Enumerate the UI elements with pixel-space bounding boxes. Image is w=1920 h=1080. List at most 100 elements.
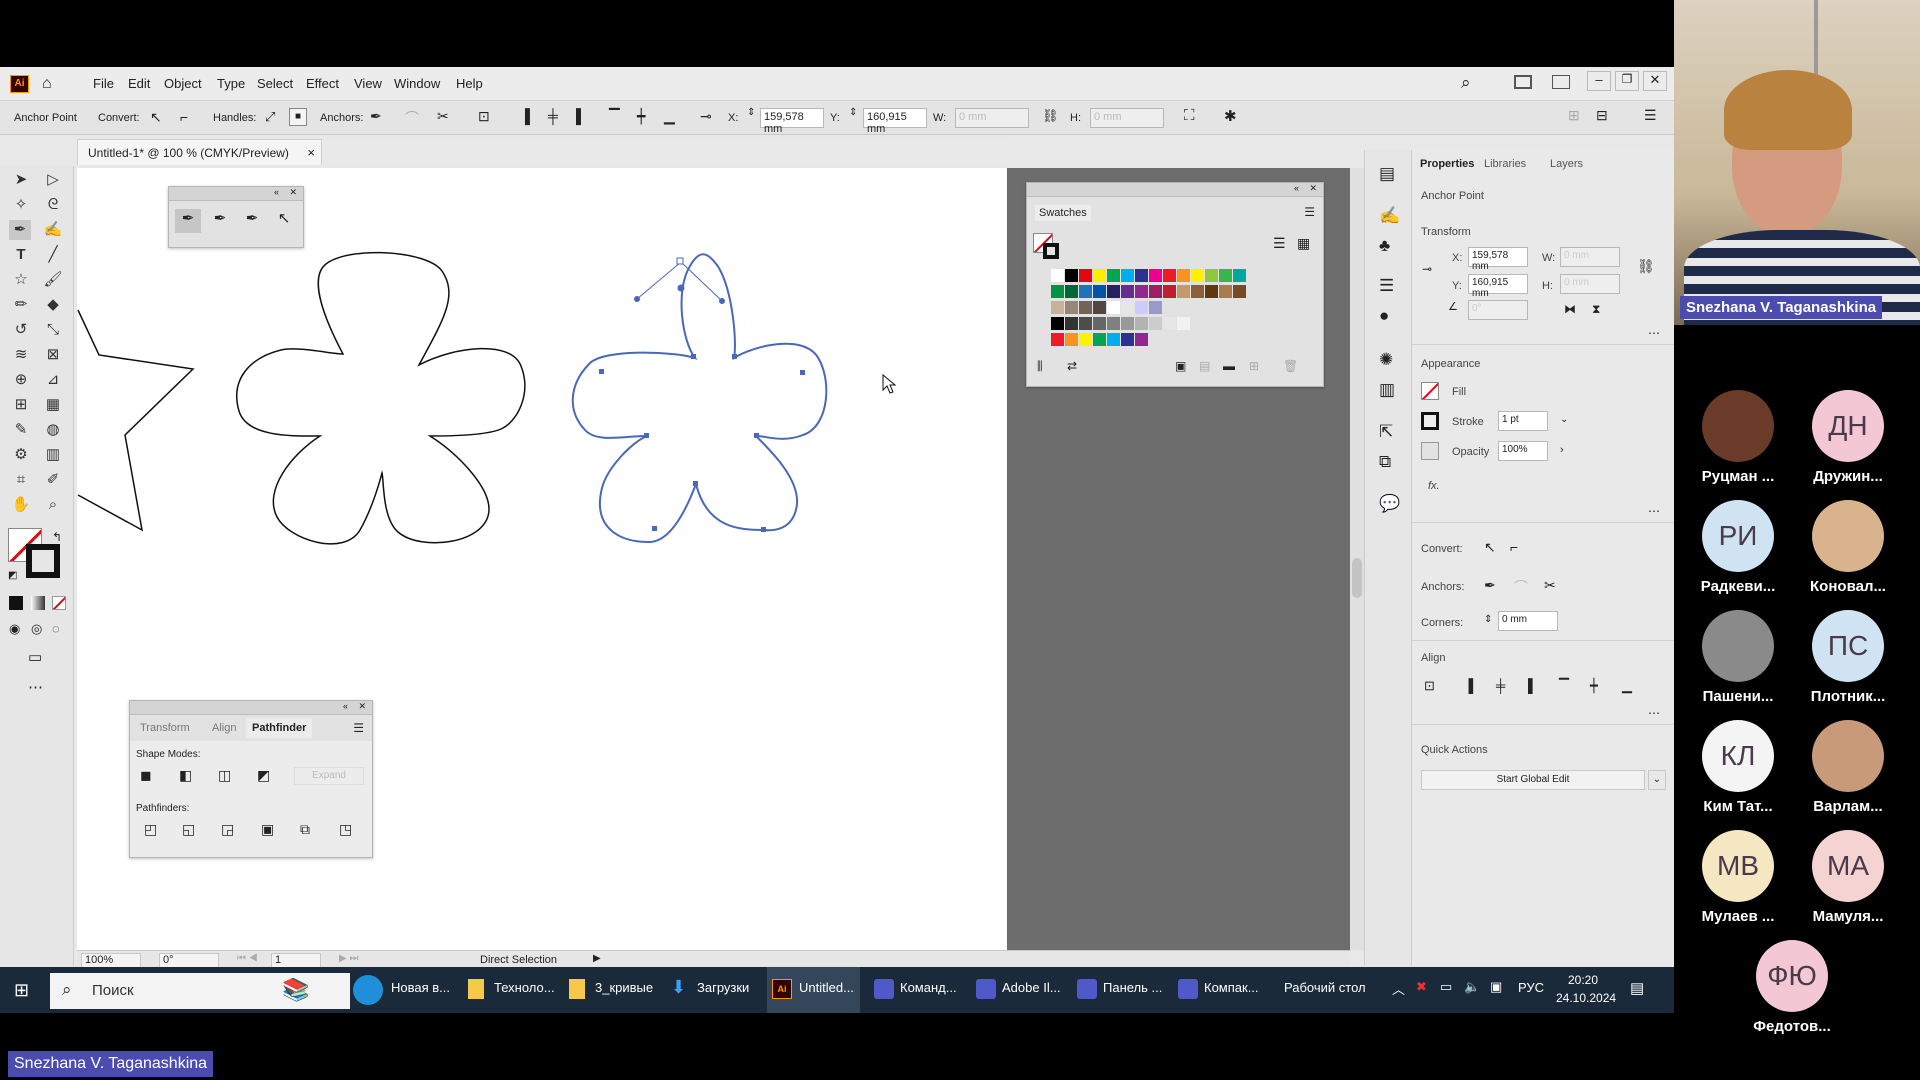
tab-transform[interactable]: Transform bbox=[140, 722, 190, 734]
align-left-icon[interactable]: ▐ bbox=[520, 108, 530, 124]
remove-anchor-icon[interactable]: ✒ bbox=[370, 108, 382, 125]
participant-avatar[interactable] bbox=[1812, 720, 1884, 792]
x-field[interactable]: 159,578 mm bbox=[760, 108, 824, 135]
close-button[interactable]: ✕ bbox=[1643, 71, 1667, 91]
color-swatch[interactable] bbox=[1121, 333, 1134, 346]
more-tools-icon[interactable]: ⋯ bbox=[28, 678, 43, 696]
prop-align-hcenter-icon[interactable]: ╪ bbox=[1496, 678, 1505, 693]
default-colors-icon[interactable]: ◩ bbox=[8, 570, 17, 581]
panel-menu-icon[interactable]: ☰ bbox=[1644, 107, 1657, 124]
free-transform-icon[interactable]: ⊠ bbox=[42, 345, 64, 365]
taskbar-teams-3[interactable]: Панель ... bbox=[1103, 980, 1162, 995]
color-swatch[interactable] bbox=[1149, 301, 1162, 314]
h-field[interactable]: 0 mm bbox=[1090, 108, 1164, 128]
menu-object[interactable]: Object bbox=[164, 76, 202, 91]
tab-pathfinder[interactable]: Pathfinder bbox=[246, 718, 313, 738]
selection-tool-icon[interactable]: ➤ bbox=[10, 170, 32, 190]
color-swatch[interactable] bbox=[1065, 269, 1078, 282]
global-edit-dropdown-icon[interactable]: ⌄ bbox=[1648, 770, 1666, 790]
volume-icon[interactable]: 🔈 bbox=[1464, 979, 1480, 995]
fill-none-icon[interactable] bbox=[1421, 382, 1439, 400]
prop-cut-path-icon[interactable]: ✂ bbox=[1544, 577, 1556, 594]
battery-icon[interactable]: ▭ bbox=[1440, 979, 1452, 995]
swatches-tab[interactable]: Swatches bbox=[1035, 205, 1091, 221]
stroke-swatch[interactable] bbox=[26, 544, 60, 578]
symbols-icon[interactable]: ♣ bbox=[1379, 236, 1390, 256]
menu-effect[interactable]: Effect bbox=[306, 76, 339, 91]
prev-artboard-icon[interactable]: ⏮ ◀ bbox=[237, 953, 258, 964]
arrange-docs-icon[interactable]: ⊟ bbox=[1596, 107, 1608, 124]
windows-start-icon[interactable]: ⊞ bbox=[14, 980, 29, 1001]
type-tool-icon[interactable]: T bbox=[10, 245, 32, 265]
color-swatch[interactable] bbox=[1219, 269, 1232, 282]
pathfinder-menu-icon[interactable]: ☰ bbox=[353, 721, 364, 735]
folder-icon[interactable] bbox=[468, 979, 484, 999]
line-tool-icon[interactable]: ╱ bbox=[42, 245, 64, 265]
participant-avatar[interactable] bbox=[1812, 500, 1884, 572]
unite-icon[interactable]: ◼ bbox=[140, 767, 152, 784]
collapse-icon[interactable]: « bbox=[274, 187, 279, 197]
w-field[interactable]: 0 mm bbox=[955, 108, 1029, 128]
flip-vertical-icon[interactable]: ⧗ bbox=[1592, 302, 1600, 317]
taskbar-edge[interactable]: Новая в... bbox=[391, 980, 450, 995]
color-swatch[interactable] bbox=[1051, 301, 1064, 314]
home-icon[interactable]: ⌂ bbox=[42, 75, 52, 93]
direct-selection-tool-icon[interactable]: ▷ bbox=[42, 170, 64, 190]
show-handles-icon[interactable]: ⤢ bbox=[265, 109, 275, 125]
stroke-label[interactable]: Stroke bbox=[1452, 416, 1484, 428]
teams-icon[interactable] bbox=[874, 979, 894, 999]
color-swatch[interactable] bbox=[1121, 317, 1134, 330]
intersect-icon[interactable]: ◫ bbox=[218, 767, 231, 784]
anchor-point-tool-icon[interactable]: ↖ bbox=[271, 209, 297, 233]
draw-behind-icon[interactable]: ◎ bbox=[31, 621, 42, 637]
color-swatch[interactable] bbox=[1051, 269, 1064, 282]
color-swatch[interactable] bbox=[1177, 269, 1190, 282]
perspective-icon[interactable]: ⊿ bbox=[42, 370, 64, 390]
current-tool-status[interactable]: Direct Selection bbox=[480, 954, 557, 966]
color-swatch[interactable] bbox=[1149, 269, 1162, 282]
y-field[interactable]: 160,915 mm bbox=[863, 108, 927, 135]
gradient-icon[interactable]: ▦ bbox=[42, 395, 64, 415]
participant-avatar[interactable]: ФЮ bbox=[1756, 940, 1828, 1012]
color-swatch[interactable] bbox=[1205, 269, 1218, 282]
swap-fill-stroke-icon[interactable]: ↰ bbox=[52, 530, 62, 544]
clock-time[interactable]: 20:20 bbox=[1568, 973, 1598, 987]
align-vcenter-icon[interactable]: ┿ bbox=[637, 108, 645, 125]
pen-tool-icon[interactable]: ✒ bbox=[175, 209, 201, 233]
prop-w-field[interactable]: 0 mm bbox=[1560, 247, 1620, 267]
color-swatch[interactable] bbox=[1135, 269, 1148, 282]
fx-button[interactable]: fx. bbox=[1428, 480, 1440, 492]
color-swatch[interactable] bbox=[1093, 285, 1106, 298]
start-global-edit-button[interactable]: Start Global Edit bbox=[1421, 770, 1645, 790]
color-group-icon[interactable]: ▣ bbox=[1175, 359, 1186, 373]
taskbar-downloads[interactable]: Загрузки bbox=[697, 980, 749, 995]
download-icon[interactable]: ⬇ bbox=[671, 977, 686, 998]
constrain-link-icon[interactable]: ⛓ bbox=[1042, 108, 1059, 124]
prop-h-field[interactable]: 0 mm bbox=[1560, 274, 1620, 294]
taskbar-illustrator[interactable]: Untitled... bbox=[799, 980, 854, 995]
color-swatch[interactable] bbox=[1149, 317, 1162, 330]
clock-date[interactable]: 24.10.2024 bbox=[1556, 991, 1616, 1005]
artboards-icon[interactable]: ⧉ bbox=[1379, 452, 1391, 472]
rotate-view-field[interactable]: 0° bbox=[159, 953, 219, 968]
symbol-sprayer-icon[interactable]: ⚙ bbox=[10, 445, 32, 465]
menu-select[interactable]: Select bbox=[257, 76, 293, 91]
color-swatch[interactable] bbox=[1093, 333, 1106, 346]
place-swatches-icon[interactable]: ⇄ bbox=[1067, 359, 1077, 373]
color-swatch[interactable] bbox=[1079, 301, 1092, 314]
blend-icon[interactable]: ◍ bbox=[42, 420, 64, 440]
color-swatch[interactable] bbox=[1135, 285, 1148, 298]
tray-app-icon[interactable]: ✖ bbox=[1416, 979, 1427, 995]
prop-align-bottom-icon[interactable]: ▁ bbox=[1622, 678, 1632, 694]
swatches-menu-icon[interactable]: ☰ bbox=[1304, 205, 1315, 219]
stroke-mini-swatch[interactable] bbox=[1043, 243, 1059, 259]
appearance-icon[interactable]: ● bbox=[1379, 306, 1389, 326]
star-tool-icon[interactable]: ☆ bbox=[10, 270, 32, 290]
color-swatch[interactable] bbox=[1121, 285, 1134, 298]
swatch-options-icon[interactable]: ▤ bbox=[1199, 359, 1210, 373]
color-swatch[interactable] bbox=[1107, 333, 1120, 346]
artboard-number-field[interactable]: 1 bbox=[271, 953, 321, 968]
restore-button[interactable]: ❐ bbox=[1615, 71, 1639, 91]
tab-properties[interactable]: Properties bbox=[1420, 158, 1474, 170]
teams-icon[interactable] bbox=[1178, 979, 1198, 999]
